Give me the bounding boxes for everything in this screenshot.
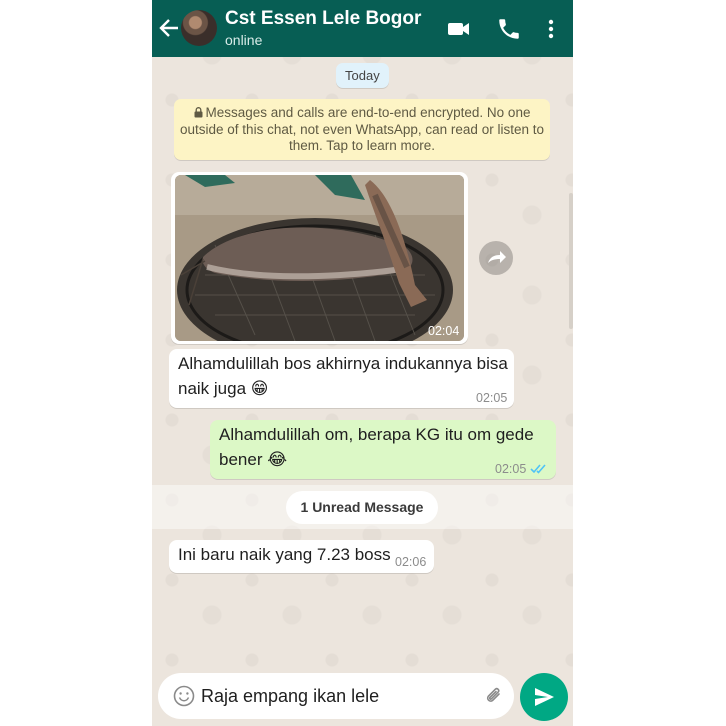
message-time: 02:05 bbox=[476, 391, 508, 405]
send-icon bbox=[533, 686, 555, 713]
chat-screen: Cst Essen Lele Bogor online Today Messag… bbox=[152, 0, 573, 726]
contact-status: online bbox=[225, 32, 263, 48]
contact-avatar[interactable] bbox=[181, 10, 217, 46]
unread-messages-label: 1 Unread Message bbox=[286, 491, 438, 524]
forward-icon[interactable] bbox=[479, 241, 513, 275]
message-time: 02:05 bbox=[495, 462, 527, 476]
lock-icon bbox=[194, 106, 203, 122]
send-button[interactable] bbox=[520, 673, 568, 721]
outgoing-message[interactable]: Alhamdulillah om, berapa KG itu om gede … bbox=[210, 420, 556, 479]
emoji-icon[interactable] bbox=[173, 685, 195, 712]
catfish-photo[interactable] bbox=[175, 175, 464, 341]
date-divider: Today bbox=[336, 63, 389, 88]
incoming-message[interactable]: Ini baru naik yang 7.23 boss 02:06 bbox=[169, 540, 434, 573]
message-text: Ini baru naik yang 7.23 boss bbox=[178, 545, 391, 564]
encryption-notice[interactable]: Messages and calls are end-to-end encryp… bbox=[174, 99, 550, 160]
double-check-read-icon bbox=[530, 462, 548, 480]
video-call-icon[interactable] bbox=[446, 16, 472, 42]
chat-header: Cst Essen Lele Bogor online bbox=[152, 0, 573, 57]
message-text-line: naik juga 😁 bbox=[178, 379, 269, 398]
image-message[interactable]: 02:04 bbox=[171, 172, 468, 344]
back-arrow-icon[interactable] bbox=[158, 16, 180, 40]
message-time: 02:06 bbox=[395, 555, 427, 569]
message-input[interactable]: Raja empang ikan lele bbox=[201, 686, 379, 707]
message-text-line: Alhamdulillah bos akhirnya indukannya bi… bbox=[178, 354, 508, 373]
message-text-line: bener 😂 bbox=[219, 450, 288, 469]
incoming-message[interactable]: Alhamdulillah bos akhirnya indukannya bi… bbox=[169, 349, 514, 408]
scrollbar[interactable] bbox=[569, 193, 573, 329]
more-options-icon[interactable] bbox=[538, 16, 564, 42]
attach-icon[interactable] bbox=[483, 685, 505, 712]
message-text-line: Alhamdulillah om, berapa KG itu om gede bbox=[219, 425, 534, 444]
encryption-notice-text: Messages and calls are end-to-end encryp… bbox=[180, 105, 544, 153]
contact-name[interactable]: Cst Essen Lele Bogor bbox=[225, 8, 421, 30]
voice-call-icon[interactable] bbox=[496, 16, 522, 42]
image-message-time: 02:04 bbox=[428, 324, 460, 338]
message-composer[interactable]: Raja empang ikan lele bbox=[158, 673, 514, 719]
